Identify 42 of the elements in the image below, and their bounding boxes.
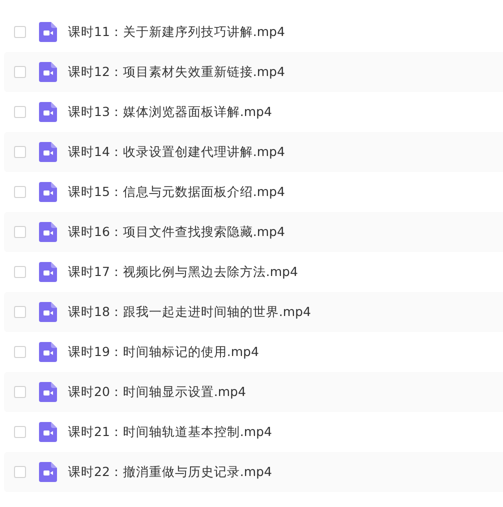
file-name: 课时11：关于新建序列技巧讲解.mp4 [68, 22, 285, 41]
video-file-icon [39, 302, 57, 322]
checkbox[interactable] [14, 146, 26, 158]
checkbox[interactable] [14, 66, 26, 78]
file-name: 课时14：收录设置创建代理讲解.mp4 [68, 142, 285, 161]
file-row[interactable]: 课时16：项目文件查找搜索隐藏.mp4 [4, 212, 503, 252]
video-file-icon [39, 22, 57, 42]
checkbox[interactable] [14, 386, 26, 398]
checkbox[interactable] [14, 186, 26, 198]
file-name: 课时16：项目文件查找搜索隐藏.mp4 [68, 222, 285, 241]
file-name: 课时20：时间轴显示设置.mp4 [68, 382, 246, 401]
video-file-icon [39, 62, 57, 82]
file-row[interactable]: 课时20：时间轴显示设置.mp4 [4, 372, 503, 412]
video-file-icon [39, 422, 57, 442]
file-row[interactable]: 课时14：收录设置创建代理讲解.mp4 [4, 132, 503, 172]
file-name: 课时17：视频比例与黑边去除方法.mp4 [68, 262, 298, 281]
checkbox[interactable] [14, 266, 26, 278]
file-name: 课时19：时间轴标记的使用.mp4 [68, 342, 259, 361]
file-name: 课时12：项目素材失效重新链接.mp4 [68, 62, 285, 81]
checkbox[interactable] [14, 426, 26, 438]
video-file-icon [39, 102, 57, 122]
file-row[interactable]: 课时18：跟我一起走进时间轴的世界.mp4 [4, 292, 503, 332]
file-name: 课时21：时间轴轨道基本控制.mp4 [68, 422, 272, 441]
checkbox[interactable] [14, 26, 26, 38]
video-file-icon [39, 222, 57, 242]
checkbox[interactable] [14, 466, 26, 478]
file-name: 课时22：撤消重做与历史记录.mp4 [68, 462, 272, 481]
video-file-icon [39, 262, 57, 282]
checkbox[interactable] [14, 226, 26, 238]
file-name: 课时13：媒体浏览器面板详解.mp4 [68, 102, 272, 121]
checkbox[interactable] [14, 306, 26, 318]
file-name: 课时15：信息与元数据面板介绍.mp4 [68, 182, 285, 201]
video-file-icon [39, 142, 57, 162]
checkbox[interactable] [14, 346, 26, 358]
file-name: 课时18：跟我一起走进时间轴的世界.mp4 [68, 302, 311, 321]
video-file-icon [39, 182, 57, 202]
file-row[interactable]: 课时22：撤消重做与历史记录.mp4 [4, 452, 503, 492]
video-file-icon [39, 342, 57, 362]
file-row[interactable]: 课时12：项目素材失效重新链接.mp4 [4, 52, 503, 92]
video-file-icon [39, 382, 57, 402]
video-file-icon [39, 462, 57, 482]
checkbox[interactable] [14, 106, 26, 118]
